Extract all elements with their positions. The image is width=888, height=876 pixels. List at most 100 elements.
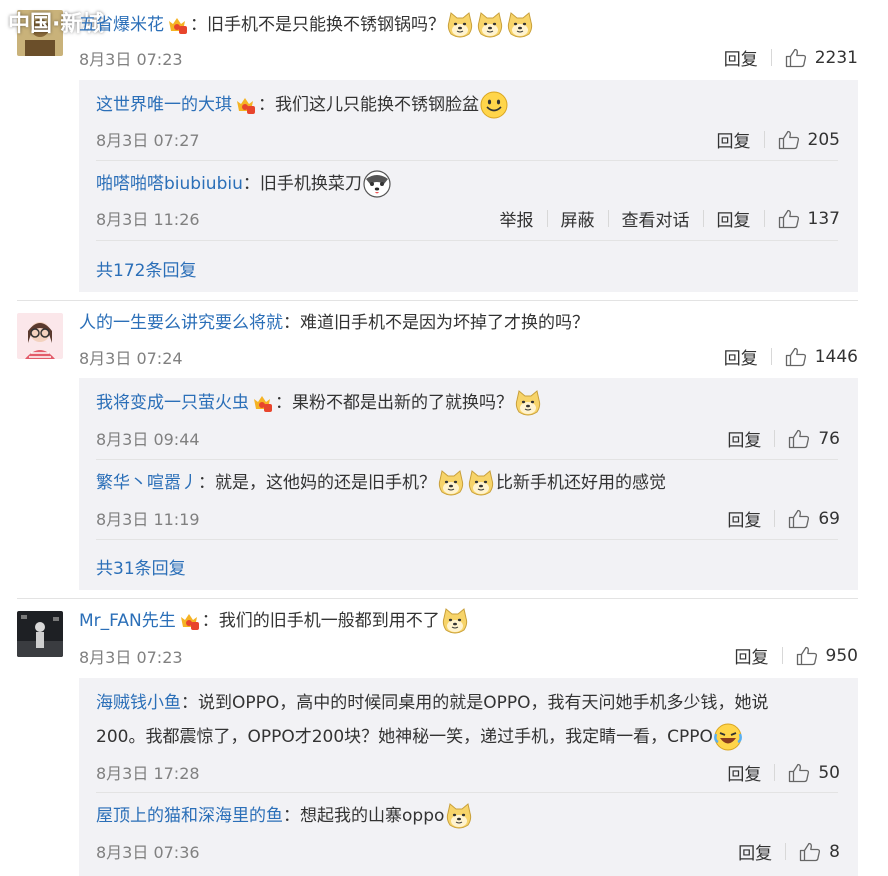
like-button[interactable]: 76 bbox=[788, 429, 840, 449]
reply-actions: 回复 69 bbox=[727, 506, 840, 532]
username[interactable]: 这世界唯一的大琪 bbox=[96, 95, 232, 115]
divider bbox=[96, 240, 838, 241]
reply-content: 我将变成一只萤火虫 ：果粉不都是出新的了就换吗？ bbox=[96, 388, 543, 418]
reply-button[interactable]: 回复 bbox=[727, 506, 761, 531]
reply-content: 啪嗒啪嗒biubiubiu：旧手机换菜刀 bbox=[96, 169, 392, 199]
more-replies-link[interactable]: 共31条回复 bbox=[96, 554, 186, 579]
divider bbox=[774, 510, 776, 527]
username[interactable]: 人的一生要么讲究要么将就 bbox=[79, 313, 283, 333]
divider bbox=[17, 598, 858, 599]
vip-badge-icon bbox=[251, 393, 273, 413]
comment-text: ：旧手机不是只能换不锈钢锅吗？ bbox=[190, 15, 445, 35]
divider bbox=[96, 459, 838, 460]
thumbs-up-icon bbox=[778, 130, 800, 150]
username[interactable]: 屋顶上的猫和深海里的鱼 bbox=[96, 806, 283, 826]
divider bbox=[770, 348, 772, 365]
doge-emoji-icon bbox=[513, 388, 543, 418]
smile-emoji-icon bbox=[479, 90, 509, 120]
timestamp: 8月3日 07:23 bbox=[79, 648, 183, 667]
like-count: 8 bbox=[829, 841, 840, 862]
vip-badge-icon bbox=[178, 611, 200, 631]
thumbs-up-icon bbox=[799, 842, 821, 862]
reply-button[interactable]: 回复 bbox=[717, 206, 751, 231]
username[interactable]: 我将变成一只萤火虫 bbox=[96, 393, 249, 413]
comment-actions: 回复 2231 bbox=[724, 45, 858, 71]
reply-actions: 回复 8 bbox=[738, 839, 840, 865]
like-count: 137 bbox=[807, 208, 840, 229]
divider bbox=[96, 792, 838, 793]
view-conversation-button[interactable]: 查看对话 bbox=[622, 206, 690, 231]
username[interactable]: 繁华丶喧嚣丿 bbox=[96, 473, 198, 493]
reply-actions: 回复 76 bbox=[727, 426, 840, 452]
reply-content: 繁华丶喧嚣丿：就是，这他妈的还是旧手机？ 比新手机还好用的感觉 bbox=[96, 468, 666, 498]
report-button[interactable]: 举报 bbox=[500, 206, 534, 231]
reply-text-continued: 比新手机还好用的感觉 bbox=[496, 473, 666, 493]
comment-text: ：难道旧手机不是因为坏掉了才换的吗？ bbox=[283, 313, 589, 333]
thumbs-up-icon bbox=[788, 763, 810, 783]
reply-button[interactable]: 回复 bbox=[727, 426, 761, 451]
reply-button[interactable]: 回复 bbox=[735, 643, 769, 668]
username[interactable]: 五省爆米花 bbox=[79, 15, 164, 35]
doge-emoji-icon bbox=[505, 10, 535, 40]
reply-button[interactable]: 回复 bbox=[724, 45, 758, 70]
divider bbox=[607, 210, 609, 227]
vip-badge-icon bbox=[234, 95, 256, 115]
timestamp: 8月3日 07:36 bbox=[96, 843, 200, 862]
divider bbox=[702, 210, 704, 227]
avatar[interactable] bbox=[17, 313, 63, 359]
doge-emoji-icon bbox=[440, 606, 470, 636]
like-button[interactable]: 69 bbox=[788, 509, 840, 529]
doge-emoji-icon bbox=[445, 10, 475, 40]
doge-emoji-icon bbox=[475, 10, 505, 40]
reply-content: 这世界唯一的大琪 ：我们这儿只能换不锈钢脸盆 bbox=[96, 90, 509, 120]
thumbs-up-icon bbox=[796, 646, 818, 666]
reply-button[interactable]: 回复 bbox=[738, 839, 772, 864]
like-count: 69 bbox=[818, 508, 840, 529]
reply-button[interactable]: 回复 bbox=[727, 760, 761, 785]
like-button[interactable]: 2231 bbox=[785, 48, 858, 68]
divider bbox=[17, 300, 858, 301]
divider bbox=[774, 430, 776, 447]
timestamp: 8月3日 17:28 bbox=[96, 764, 200, 783]
comment-actions: 回复 950 bbox=[735, 643, 858, 669]
like-button[interactable]: 8 bbox=[799, 842, 840, 862]
timestamp: 8月3日 11:26 bbox=[96, 210, 200, 229]
divider bbox=[785, 843, 787, 860]
reply-content: 海贼钱小鱼：说到OPPO，高中的时候同桌用的就是OPPO，我有天问她手机多少钱，… bbox=[96, 688, 769, 718]
thumbs-up-icon bbox=[785, 48, 807, 68]
reply-button[interactable]: 回复 bbox=[724, 344, 758, 369]
vip-badge-icon bbox=[166, 15, 188, 35]
timestamp: 8月3日 09:44 bbox=[96, 430, 200, 449]
thumbs-up-icon bbox=[785, 347, 807, 367]
comment-text: ：我们的旧手机一般都到用不了 bbox=[201, 611, 440, 631]
divider bbox=[96, 160, 838, 161]
thumbs-up-icon bbox=[778, 209, 800, 229]
username[interactable]: 海贼钱小鱼 bbox=[96, 693, 181, 713]
like-count: 205 bbox=[807, 129, 840, 150]
like-count: 1446 bbox=[814, 346, 858, 367]
like-button[interactable]: 1446 bbox=[785, 347, 858, 367]
divider bbox=[763, 210, 765, 227]
comment-content: 五省爆米花 ：旧手机不是只能换不锈钢锅吗？ bbox=[79, 10, 535, 40]
reply-text: ：我们这儿只能换不锈钢脸盆 bbox=[258, 95, 479, 115]
doge-emoji-icon bbox=[466, 468, 496, 498]
comment-content: Mr_FAN先生 ：我们的旧手机一般都到用不了 bbox=[79, 606, 470, 636]
reply-list: 海贼钱小鱼：说到OPPO，高中的时候同桌用的就是OPPO，我有天问她手机多少钱，… bbox=[79, 678, 858, 876]
reply-text-continued: 200。我都震惊了，OPPO才200块？她神秘一笑，递过手机，我定睛一看，CPP… bbox=[96, 727, 713, 747]
reply-content-continued: 200。我都震惊了，OPPO才200块？她神秘一笑，递过手机，我定睛一看，CPP… bbox=[96, 722, 743, 752]
like-button[interactable]: 137 bbox=[778, 209, 840, 229]
avatar[interactable] bbox=[17, 611, 63, 657]
block-button[interactable]: 屏蔽 bbox=[561, 206, 595, 231]
timestamp: 8月3日 07:24 bbox=[79, 349, 183, 368]
username[interactable]: Mr_FAN先生 bbox=[79, 611, 176, 631]
like-button[interactable]: 50 bbox=[788, 763, 840, 783]
timestamp: 8月3日 11:19 bbox=[96, 510, 200, 529]
like-count: 950 bbox=[825, 645, 858, 666]
more-replies-link[interactable]: 共172条回复 bbox=[96, 256, 196, 281]
laugh-cry-emoji-icon bbox=[713, 722, 743, 752]
like-button[interactable]: 950 bbox=[796, 646, 858, 666]
reply-button[interactable]: 回复 bbox=[717, 127, 751, 152]
reply-text: ：说到OPPO，高中的时候同桌用的就是OPPO，我有天问她手机多少钱，她说 bbox=[181, 693, 769, 713]
username[interactable]: 啪嗒啪嗒biubiubiu bbox=[96, 174, 243, 194]
like-button[interactable]: 205 bbox=[778, 130, 840, 150]
